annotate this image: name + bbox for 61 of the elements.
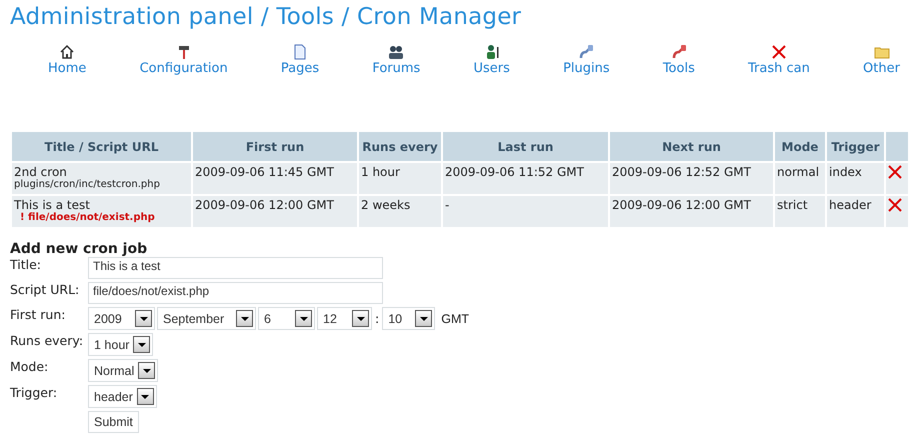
table-cell: 2009-09-06 12:00 GMT: [192, 195, 358, 228]
submit-button[interactable]: Submit: [88, 411, 139, 433]
field-label: Title:: [10, 257, 42, 272]
nav-link[interactable]: Plugins: [563, 44, 610, 76]
table-cell: 2009-09-06 11:45 GMT: [192, 162, 358, 195]
column-header: Title / Script URL: [11, 131, 192, 162]
dropdown[interactable]: 1 hour: [88, 333, 154, 356]
table-cell: 2009-09-06 11:52 GMT: [442, 162, 609, 195]
table-cell: index: [826, 162, 885, 195]
field-label: Runs every:: [10, 333, 84, 348]
plug-icon: [670, 44, 687, 60]
dropdown[interactable]: Normal: [88, 359, 158, 382]
script-url: plugins/cron/inc/testcron.php: [14, 179, 161, 190]
page-icon: [292, 44, 308, 60]
dropdown[interactable]: 12: [317, 307, 372, 330]
column-header: Trigger: [826, 131, 885, 162]
nav-link[interactable]: Other: [863, 44, 900, 76]
dropdown[interactable]: header: [88, 385, 157, 408]
nav-link[interactable]: Configuration: [140, 44, 228, 76]
dropdown[interactable]: 6: [258, 307, 315, 330]
table-cell: 2009-09-06 12:00 GMT: [609, 195, 774, 228]
dropdown[interactable]: 10: [382, 307, 436, 330]
table-cell: strict: [774, 195, 826, 228]
page-title: Administration panel / Tools / Cron Manager: [10, 4, 522, 30]
form-heading: Add new cron job: [10, 241, 148, 257]
field-label: First run:: [10, 307, 66, 322]
table-cell: 1 hour: [358, 162, 442, 195]
field-label: Mode:: [10, 359, 50, 374]
table-cell: -: [442, 195, 609, 228]
nav-link[interactable]: Pages: [280, 44, 320, 76]
nav-link[interactable]: Tools: [662, 44, 695, 76]
cross-icon: [770, 44, 787, 60]
nav-link[interactable]: Home: [48, 44, 86, 76]
house-icon: [59, 44, 76, 60]
delete-icon[interactable]: [888, 198, 902, 212]
nav-link[interactable]: Forums: [372, 44, 420, 76]
table-cell: 2 weeks: [358, 195, 442, 228]
column-header: Next run: [609, 131, 774, 162]
delete-icon[interactable]: [888, 165, 902, 179]
script-url: ! file/does/not/exist.php: [19, 212, 156, 223]
table-cell: 2009-09-06 12:52 GMT: [609, 162, 774, 195]
field-label: Trigger:: [10, 385, 58, 400]
column-header: Mode: [774, 131, 826, 162]
time-separator: :: [375, 311, 380, 326]
text-field[interactable]: This is a test: [88, 257, 383, 279]
cron-title: This is a test: [14, 198, 91, 212]
column-header: Last run: [442, 131, 609, 162]
field-label: Script URL:: [10, 282, 80, 297]
text-field[interactable]: file/does/not/exist.php: [88, 282, 383, 304]
nav-link[interactable]: Users: [474, 44, 510, 76]
people-icon: [388, 44, 404, 60]
timezone-label: GMT: [441, 312, 469, 326]
cron-title: 2nd cron: [14, 165, 68, 179]
table-cell: normal: [774, 162, 826, 195]
dropdown[interactable]: September: [157, 307, 256, 330]
table-cell: header: [826, 195, 885, 228]
dropdown[interactable]: 2009: [88, 307, 155, 330]
plug-icon: [578, 44, 594, 60]
column-header: Runs every: [358, 131, 442, 162]
column-header: First run: [192, 131, 358, 162]
nav-link[interactable]: Trash can: [748, 44, 810, 76]
